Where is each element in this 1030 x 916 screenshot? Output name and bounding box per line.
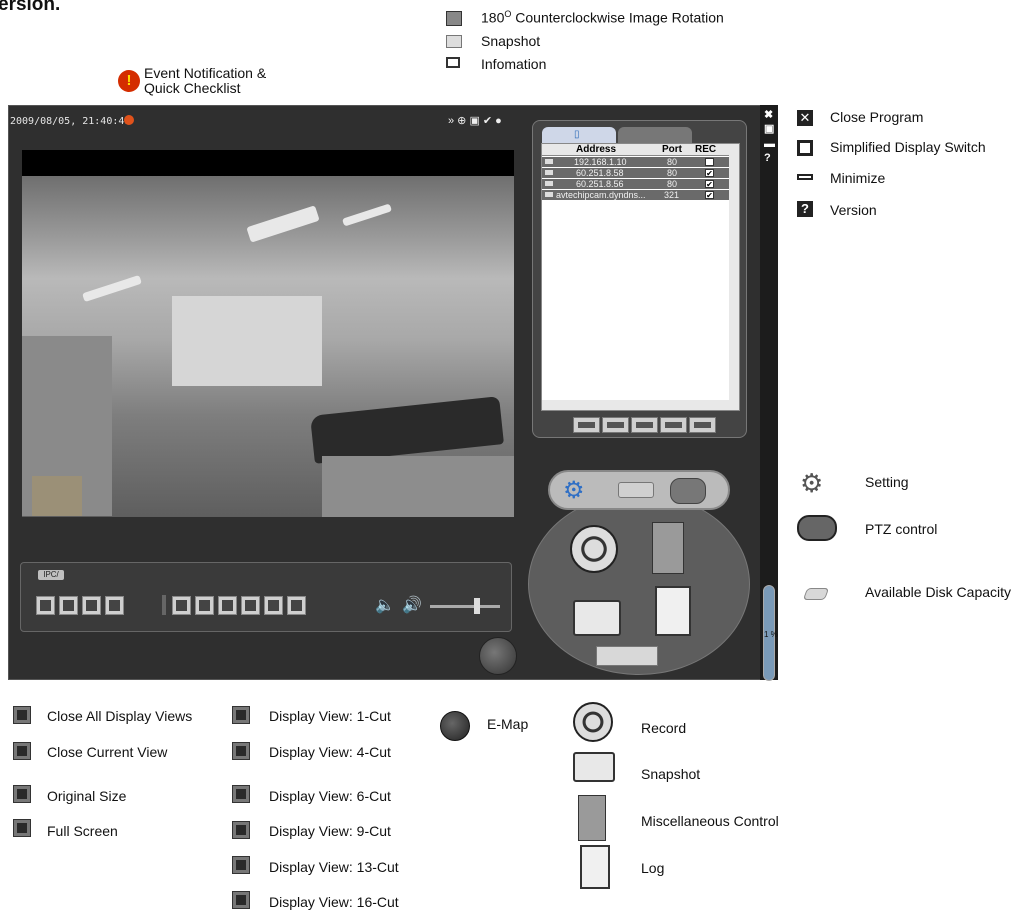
log-icon: [580, 845, 610, 889]
simplified-display-button[interactable]: ▣: [764, 122, 774, 135]
device-folder-button[interactable]: [660, 417, 687, 433]
close-icon: ✕: [797, 110, 813, 126]
misc-control-button[interactable]: [652, 522, 684, 574]
question-icon: ?: [797, 201, 813, 217]
event-notification-label: Event Notification & Quick Checklist: [144, 65, 267, 96]
mute-icon[interactable]: 🔈: [375, 595, 395, 615]
record-button[interactable]: [570, 525, 618, 573]
view-1-cut-button[interactable]: [172, 596, 191, 615]
vertical-scrollbar[interactable]: [729, 155, 739, 400]
disk-capacity-value: 1 %: [764, 630, 778, 639]
view-6-cut-button[interactable]: [218, 596, 237, 615]
legend-log: Log: [641, 860, 665, 876]
legend-record: Record: [641, 720, 687, 736]
legend-view-6-cut: Display View: 6-Cut: [269, 788, 391, 804]
view-9-cut-button[interactable]: [241, 596, 260, 615]
table-row[interactable]: 60.251.8.58 80 ✔: [542, 168, 739, 178]
table-row[interactable]: 60.251.8.56 80 ✔: [542, 179, 739, 189]
full-screen-button[interactable]: [105, 596, 124, 615]
info-box-icon: [446, 57, 460, 68]
legend-misc-control: Miscellaneous Control: [641, 813, 779, 829]
legend-setting: Setting: [865, 474, 909, 490]
ipc-tab[interactable]: IPC/: [38, 570, 64, 580]
toolbar-separator: [162, 595, 166, 615]
window-switch-icon: [797, 140, 813, 156]
legend-ptz-control: PTZ control: [865, 521, 938, 537]
osd-icons[interactable]: » ⊕ ▣ ✔ ●: [448, 114, 502, 127]
volume-knob[interactable]: [474, 598, 480, 614]
legend-info-label: Infomation: [481, 56, 547, 72]
legend-minimize: Minimize: [830, 170, 886, 186]
legend-snapshot: Snapshot: [641, 766, 701, 782]
rec-checkbox[interactable]: ✔: [705, 180, 714, 189]
table-row[interactable]: 192.168.1.10 80: [542, 157, 739, 167]
camera-small-icon: [446, 35, 462, 48]
ptz-mode-button[interactable]: [670, 478, 706, 504]
rec-checkbox[interactable]: ✔: [705, 169, 714, 178]
table-row[interactable]: avtechipcam.dyndns... 321 ✔: [542, 190, 739, 200]
legend-view-13-cut: Display View: 13-Cut: [269, 859, 399, 875]
mini-tools[interactable]: [596, 646, 658, 666]
timestamp: 2009/08/05, 21:40:41: [10, 116, 131, 127]
legend-view-16-cut: Display View: 16-Cut: [269, 894, 399, 910]
legend-simplified-display: Simplified Display Switch: [830, 139, 986, 155]
legend-close-current-view: Close Current View: [47, 744, 168, 760]
log-button[interactable]: [655, 586, 691, 636]
close-program-button[interactable]: ✖: [764, 108, 773, 121]
tab-address-list[interactable]: ▯: [542, 127, 616, 143]
legend-view-1-cut: Display View: 1-Cut: [269, 708, 391, 724]
snapshot-icon: [573, 752, 615, 782]
emap-icon: [440, 711, 470, 741]
original-size-button[interactable]: [82, 596, 101, 615]
view-4-cut-button[interactable]: [195, 596, 214, 615]
rec-checkbox[interactable]: [705, 158, 714, 166]
event-alert-icon[interactable]: [124, 115, 134, 125]
legend-close-all-views: Close All Display Views: [47, 708, 193, 724]
delete-device-button[interactable]: [631, 417, 658, 433]
add-device-button[interactable]: [573, 417, 600, 433]
legend-disk-capacity: Available Disk Capacity: [865, 584, 1012, 600]
legend-view-4-cut: Display View: 4-Cut: [269, 744, 391, 760]
tab-search[interactable]: [618, 127, 692, 143]
legend-original-size: Original Size: [47, 788, 127, 804]
edit-device-button[interactable]: [602, 417, 629, 433]
address-table: Address Port REC 192.168.1.10 80 60.251.…: [541, 143, 740, 411]
minimize-button[interactable]: ▬: [764, 138, 775, 150]
video-view[interactable]: [22, 150, 514, 517]
record-icon: [573, 702, 613, 742]
ptz-icon: [797, 515, 837, 541]
disk-mode-button[interactable]: [618, 482, 654, 498]
disk-icon: [802, 588, 830, 600]
legend-emap: E-Map: [487, 716, 529, 732]
version-button[interactable]: ?: [764, 152, 771, 164]
snapshot-button[interactable]: [573, 600, 621, 636]
device-network-button[interactable]: [689, 417, 716, 433]
legend-view-9-cut: Display View: 9-Cut: [269, 823, 391, 839]
legend-rotation-label: 180O Counterclockwise Image Rotation: [481, 9, 724, 26]
view-16-cut-button[interactable]: [287, 596, 306, 615]
view-13-cut-button[interactable]: [264, 596, 283, 615]
legend-close-program: Close Program: [830, 109, 924, 125]
speaker-icon[interactable]: 🔊: [402, 595, 422, 615]
emap-button[interactable]: [479, 637, 517, 675]
page-title: ersion.: [0, 0, 61, 15]
camera-image: [22, 176, 514, 517]
volume-slider[interactable]: [430, 605, 500, 608]
horizontal-scrollbar[interactable]: [542, 400, 739, 410]
legend-snapshot-label: Snapshot: [481, 33, 541, 49]
rec-checkbox[interactable]: ✔: [705, 191, 714, 200]
minimize-icon: [797, 174, 813, 180]
setting-mode-button[interactable]: ⚙: [563, 476, 585, 505]
misc-control-icon: [578, 795, 606, 841]
legend-full-screen: Full Screen: [47, 823, 118, 839]
alert-icon: !: [118, 70, 140, 92]
legend-version: Version: [830, 202, 877, 218]
close-current-view-button[interactable]: [59, 596, 78, 615]
gears-icon: ⚙: [800, 468, 824, 498]
rotate-icon: [446, 11, 462, 26]
table-header: Address Port REC: [542, 144, 739, 156]
close-all-views-button[interactable]: [36, 596, 55, 615]
